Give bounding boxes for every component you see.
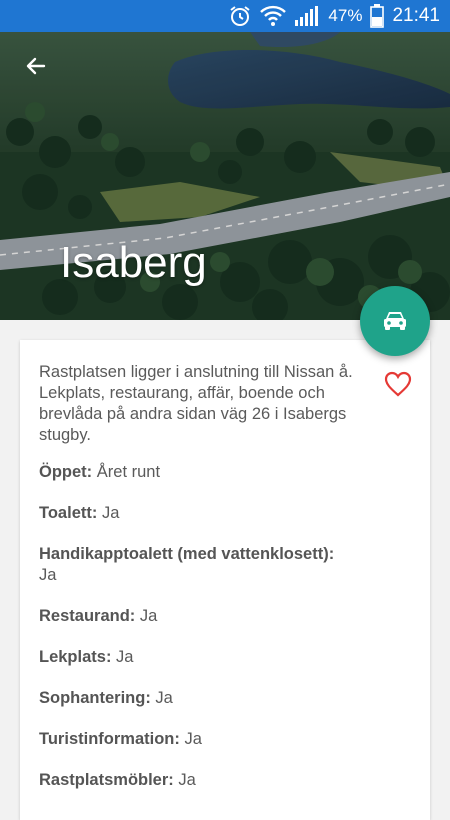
favorite-button[interactable]	[382, 368, 414, 400]
fact-label: Handikapptoalett (med vattenklosett):	[39, 545, 335, 563]
fact-sophantering: Sophantering: Ja	[39, 688, 379, 709]
fact-value: Ja	[178, 771, 196, 789]
back-arrow-icon	[26, 57, 46, 75]
fact-label: Öppet:	[39, 463, 93, 481]
fact-lekplats: Lekplats: Ja	[39, 647, 379, 668]
fact-label: Sophantering:	[39, 689, 151, 707]
info-card: Rastplatsen ligger i anslutning till Nis…	[20, 340, 430, 820]
fact-toalett: Toalett: Ja	[39, 503, 379, 524]
fact-label: Restaurand:	[39, 607, 136, 625]
battery-percent: 47%	[328, 6, 363, 25]
facts-list: Öppet: Året runt Toalett: Ja Handikappto…	[39, 462, 379, 811]
fact-label: Lekplats:	[39, 648, 112, 666]
fact-rastplatsmobler: Rastplatsmöbler: Ja	[39, 770, 379, 791]
fact-turistinformation: Turistinformation: Ja	[39, 729, 379, 750]
fact-value: Ja	[116, 648, 134, 666]
fact-label: Rastplatsmöbler:	[39, 771, 174, 789]
fact-value: Ja	[155, 689, 173, 707]
heart-outline-icon	[384, 371, 412, 397]
fact-value: Ja	[39, 566, 57, 584]
back-button[interactable]	[18, 48, 54, 84]
fact-label: Turistinformation:	[39, 730, 180, 748]
fact-value: Ja	[139, 607, 158, 625]
navigate-button[interactable]	[360, 286, 430, 356]
page-title: Isaberg	[60, 238, 207, 287]
wifi-icon	[260, 5, 287, 27]
fact-label: Toalett:	[39, 504, 98, 522]
car-icon	[384, 312, 406, 330]
description: Rastplatsen ligger i anslutning till Nis…	[39, 363, 353, 444]
fact-value: Ja	[184, 730, 202, 748]
fact-oppet: Öppet: Året runt	[39, 462, 379, 483]
fact-restaurand: Restaurand: Ja	[39, 606, 379, 627]
battery-icon	[370, 4, 385, 28]
fact-value: Året runt	[96, 463, 161, 481]
fact-value: Ja	[101, 504, 120, 522]
status-time: 21:41	[392, 5, 440, 26]
alarm-icon	[228, 4, 252, 28]
fact-handikapptoalett: Handikapptoalett (med vattenklosett): Ja	[39, 544, 379, 586]
status-bar: 47% 21:41	[0, 0, 450, 32]
signal-icon	[294, 5, 320, 27]
